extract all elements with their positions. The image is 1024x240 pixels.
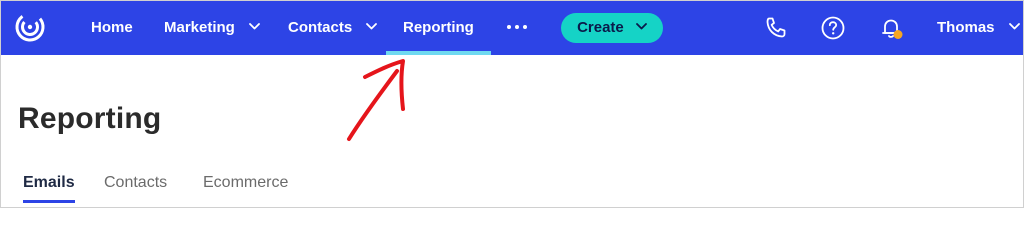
notification-dot bbox=[893, 30, 903, 39]
nav-home[interactable]: Home bbox=[91, 1, 133, 55]
page-title: Reporting bbox=[18, 102, 162, 135]
phone-icon[interactable] bbox=[763, 15, 789, 41]
top-navigation-bar: Home Marketing Contacts Reporting Create bbox=[1, 1, 1023, 55]
user-menu[interactable]: Thomas bbox=[937, 1, 1020, 55]
nav-contacts[interactable]: Contacts bbox=[288, 1, 378, 55]
nav-home-label: Home bbox=[91, 19, 133, 36]
chevron-down-icon bbox=[636, 23, 647, 30]
tab-contacts-label: Contacts bbox=[104, 174, 168, 191]
annotation-arrow bbox=[347, 59, 405, 141]
tab-emails-label: Emails bbox=[23, 174, 75, 191]
chevron-down-icon bbox=[366, 22, 378, 29]
nav-reporting[interactable]: Reporting bbox=[386, 1, 491, 55]
tab-contacts[interactable]: Contacts bbox=[104, 174, 167, 192]
active-tab-indicator bbox=[23, 200, 75, 203]
tab-ecommerce[interactable]: Ecommerce bbox=[203, 174, 288, 192]
help-icon[interactable] bbox=[820, 15, 846, 41]
logo-icon[interactable] bbox=[14, 11, 46, 43]
more-horizontal-icon[interactable] bbox=[503, 25, 531, 31]
bell-icon[interactable] bbox=[878, 15, 904, 41]
chevron-down-icon bbox=[1008, 23, 1020, 30]
chevron-down-icon bbox=[249, 22, 260, 29]
create-button-label: Create bbox=[577, 19, 624, 36]
nav-contacts-label: Contacts bbox=[288, 19, 353, 36]
tab-ecommerce-label: Ecommerce bbox=[203, 174, 289, 191]
app-window: Home Marketing Contacts Reporting Create bbox=[0, 0, 1024, 208]
create-button[interactable]: Create bbox=[561, 13, 663, 43]
user-name: Thomas bbox=[937, 19, 995, 36]
nav-reporting-label: Reporting bbox=[403, 19, 474, 36]
nav-marketing-label: Marketing bbox=[164, 19, 235, 36]
tab-emails[interactable]: Emails bbox=[23, 174, 75, 192]
nav-marketing[interactable]: Marketing bbox=[164, 1, 260, 55]
